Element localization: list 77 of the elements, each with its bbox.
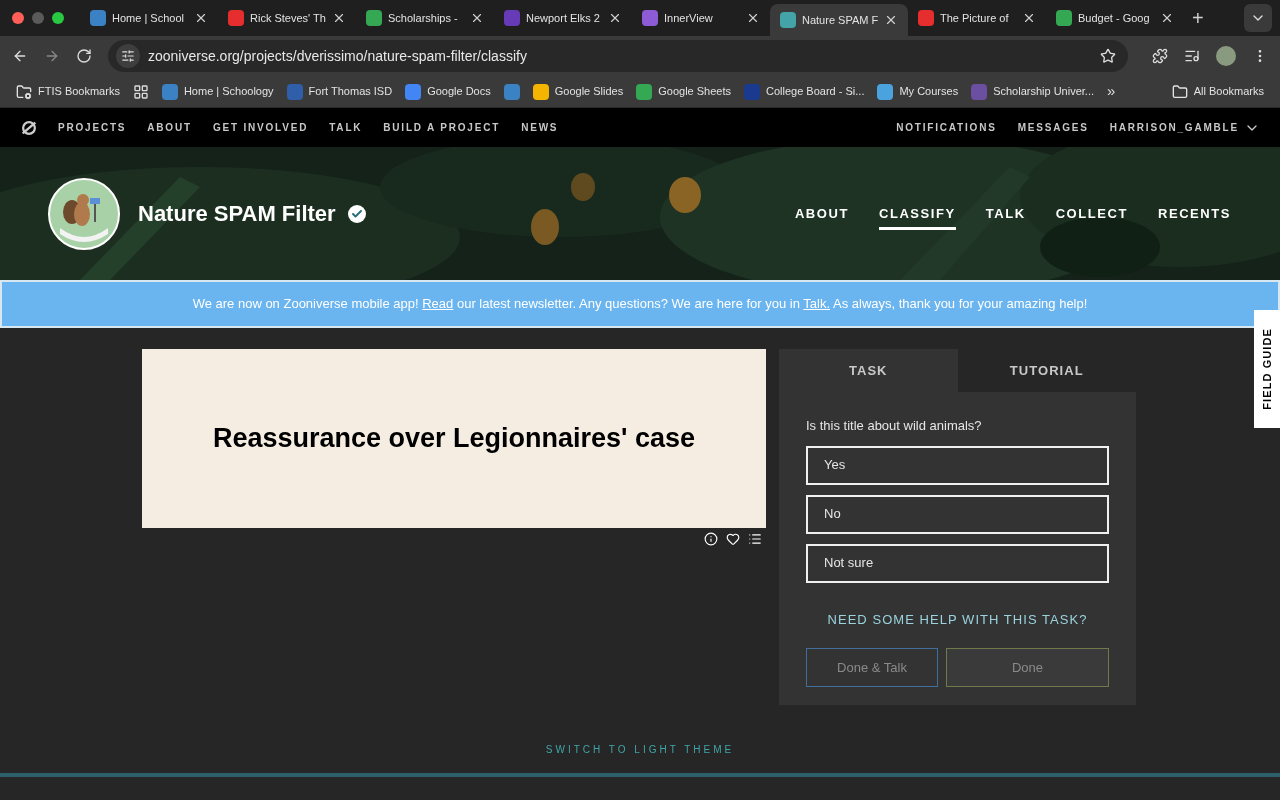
tab-search-button[interactable] bbox=[1244, 4, 1272, 32]
folder-icon bbox=[16, 83, 32, 100]
tab-title: Budget - Goog bbox=[1078, 10, 1151, 26]
bookmark[interactable]: Home | Schoology bbox=[161, 83, 274, 100]
extensions-icon[interactable] bbox=[1152, 48, 1168, 64]
announcement-text: We are now on Zooniverse mobile app! Read our latest newsletter. Any questions? We are here for you in Talk. As always, thank you for your amazing help! bbox=[192, 295, 1088, 314]
bookmark-folder[interactable]: FTIS Bookmarks bbox=[16, 83, 120, 100]
nav-link[interactable]: NEWS bbox=[521, 120, 559, 135]
browser-tab[interactable]: Nature SPAM F bbox=[770, 4, 908, 36]
tab-title: Rick Steves' Th bbox=[250, 10, 326, 26]
info-icon[interactable] bbox=[704, 532, 718, 546]
bookmark[interactable]: Google Slides bbox=[532, 83, 624, 100]
browser-tab[interactable]: InnerView bbox=[632, 2, 770, 34]
bookmark-star-icon[interactable] bbox=[1100, 48, 1116, 64]
nav-link[interactable]: BUILD A PROJECT bbox=[383, 120, 501, 135]
theme-toggle-link[interactable]: SWITCH TO LIGHT THEME bbox=[545, 742, 735, 757]
close-icon[interactable] bbox=[1160, 11, 1174, 25]
bookmark[interactable]: Google Docs bbox=[405, 83, 491, 100]
apps-icon[interactable] bbox=[132, 83, 149, 100]
site-settings-icon[interactable] bbox=[121, 49, 135, 63]
browser-tab[interactable]: Scholarships - bbox=[356, 2, 494, 34]
nav-link[interactable]: TALK bbox=[329, 120, 363, 135]
tab-title: The Picture of bbox=[940, 10, 1010, 26]
maximize-window-icon[interactable] bbox=[52, 12, 64, 24]
url-text: zooniverse.org/projects/dverissimo/nature-spam-filter/classify bbox=[148, 46, 528, 66]
collect-icon[interactable] bbox=[748, 532, 762, 546]
answer-option[interactable]: Yes bbox=[806, 445, 1109, 485]
nav-link[interactable]: HARRISON_GAMBLE bbox=[1109, 120, 1239, 135]
bookmark[interactable]: Scholarship Univer... bbox=[971, 83, 1095, 100]
browser-tab[interactable]: The Picture of bbox=[908, 2, 1046, 34]
close-icon[interactable] bbox=[608, 11, 622, 25]
answer-option[interactable]: Not sure bbox=[806, 543, 1109, 583]
answer-option[interactable]: No bbox=[806, 494, 1109, 534]
browser-tab[interactable]: Newport Elks 2 bbox=[494, 2, 632, 34]
nav-link[interactable]: PROJECTS bbox=[58, 120, 127, 135]
tab-title: Home | School bbox=[112, 10, 185, 26]
nav-link[interactable]: ABOUT bbox=[147, 120, 192, 135]
bookmark[interactable]: Fort Thomas ISD bbox=[286, 83, 393, 100]
close-icon[interactable] bbox=[332, 11, 346, 25]
favorite-icon[interactable] bbox=[726, 532, 740, 546]
tab-title: Scholarships - bbox=[388, 10, 459, 26]
zooniverse-logo-icon[interactable] bbox=[20, 118, 38, 137]
close-icon[interactable] bbox=[1022, 11, 1036, 25]
browser-tab[interactable]: Rick Steves' Th bbox=[218, 2, 356, 34]
subject-headline: Reassurance over Legionnaires' case bbox=[212, 422, 696, 456]
reload-icon[interactable] bbox=[76, 48, 92, 64]
close-icon[interactable] bbox=[884, 13, 898, 27]
nav-link[interactable]: MESSAGES bbox=[1017, 120, 1089, 135]
all-bookmarks-folder[interactable]: All Bookmarks bbox=[1171, 83, 1264, 100]
folder-icon bbox=[1171, 83, 1188, 100]
forward-icon[interactable] bbox=[44, 48, 60, 64]
more-bookmarks-button[interactable]: » bbox=[1107, 80, 1116, 103]
nav-link[interactable]: GET INVOLVED bbox=[212, 120, 309, 135]
minimize-window-icon[interactable] bbox=[32, 12, 44, 24]
close-icon[interactable] bbox=[746, 11, 760, 25]
browser-tab[interactable]: Home | School bbox=[80, 2, 218, 34]
close-window-icon[interactable] bbox=[12, 12, 24, 24]
panel-tab[interactable]: TUTORIAL bbox=[957, 349, 1136, 392]
field-guide-tab[interactable]: FIELD GUIDE bbox=[1254, 310, 1280, 428]
close-icon[interactable] bbox=[194, 11, 208, 25]
tab-title: Nature SPAM F bbox=[802, 12, 878, 28]
bookmark-icon[interactable] bbox=[503, 83, 520, 100]
tab-title: InnerView bbox=[664, 10, 714, 26]
tab-title: Newport Elks 2 bbox=[526, 10, 601, 26]
task-question: Is this title about wild animals? bbox=[806, 417, 983, 435]
bookmark[interactable]: My Courses bbox=[877, 83, 959, 100]
address-bar[interactable]: zooniverse.org/projects/dverissimo/nature-spam-filter/classify bbox=[108, 40, 1128, 72]
new-tab-button[interactable]: + bbox=[1184, 4, 1212, 32]
bookmark[interactable]: College Board - Si... bbox=[744, 83, 865, 100]
nav-link[interactable]: NOTIFICATIONS bbox=[896, 120, 997, 135]
help-link[interactable]: NEED SOME HELP WITH THIS TASK? bbox=[827, 609, 1088, 629]
bookmark[interactable]: Google Sheets bbox=[636, 83, 731, 100]
media-icon[interactable] bbox=[1184, 48, 1200, 64]
close-icon[interactable] bbox=[470, 11, 484, 25]
browser-tab[interactable]: Budget - Goog bbox=[1046, 2, 1184, 34]
profile-avatar[interactable] bbox=[1216, 46, 1236, 66]
back-icon[interactable] bbox=[12, 48, 28, 64]
